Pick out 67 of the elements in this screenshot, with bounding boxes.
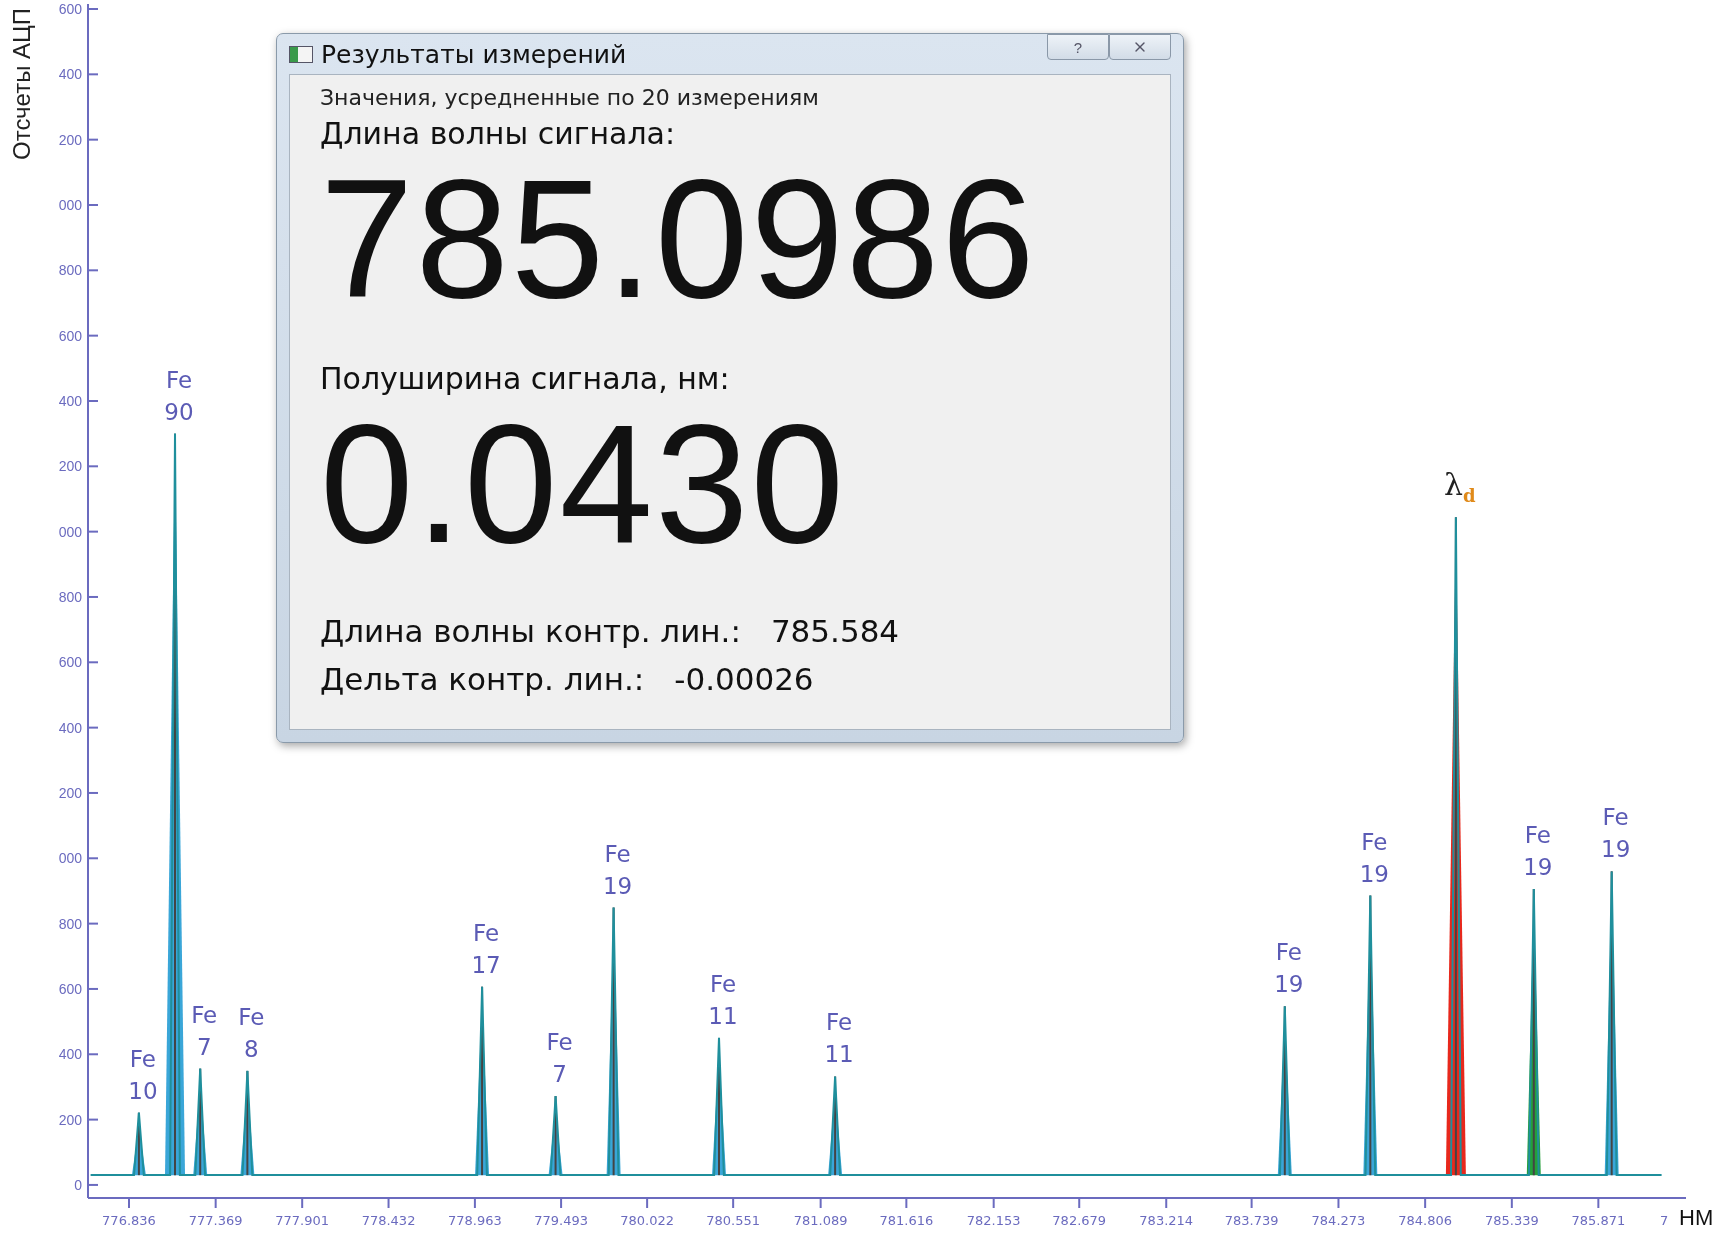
peak-label: Fe 19: [1274, 938, 1304, 1000]
y-tick-label: 800: [58, 262, 82, 279]
y-tick-label: 200: [58, 131, 82, 148]
x-tick-label: 782.153: [966, 1213, 1021, 1228]
window-title: Результаты измерений: [321, 39, 628, 69]
reference-value: -0.00026: [674, 660, 814, 697]
x-tick-label: 776.836: [102, 1213, 156, 1228]
y-tick-label: 400: [58, 719, 82, 736]
app-icon: [289, 45, 313, 63]
peak-label: Fe 19: [1601, 803, 1631, 865]
y-tick-label: 200: [58, 458, 82, 475]
peak-label: Fe 8: [238, 1002, 265, 1064]
y-tick-label: 800: [58, 915, 82, 932]
y-tick-label: 200: [58, 784, 82, 801]
close-button[interactable]: [1109, 34, 1171, 60]
halfwidth-label: Полуширина сигнала, нм:: [320, 361, 731, 397]
peak-label: Fe 19: [1523, 821, 1553, 882]
x-tick-label: 785.871: [1571, 1213, 1626, 1228]
x-tick-label: 777.369: [188, 1213, 243, 1228]
peak-label: Fe 19: [602, 839, 633, 901]
peak-label: Fe 90: [164, 365, 194, 427]
y-tick-label: 0: [74, 1176, 82, 1193]
x-tick-label: 784.806: [1398, 1213, 1452, 1228]
x-tick-label: 783.214: [1139, 1213, 1194, 1228]
y-tick-label: 000: [58, 197, 82, 213]
y-tick-label: 800: [58, 588, 82, 605]
x-tick-label: 780.022: [620, 1213, 674, 1228]
x-tick-label: 778.432: [361, 1213, 416, 1228]
reference-label: Длина волны контр. лин.:: [320, 612, 741, 649]
help-button[interactable]: ?: [1047, 34, 1109, 60]
x-tick-label: 778.963: [448, 1213, 502, 1228]
y-tick-label: 600: [58, 1, 82, 17]
y-tick-label: 200: [58, 1111, 82, 1128]
x-tick-label: 781.616: [879, 1213, 934, 1228]
wavelength-label: Длина волны сигнала:: [320, 116, 677, 151]
y-tick-label: 600: [58, 327, 82, 344]
x-tick-label: 783.739: [1224, 1213, 1279, 1228]
x-tick-label: 780.551: [706, 1213, 761, 1228]
halfwidth-value: 0.0430: [320, 396, 846, 573]
x-tick-label: 779.493: [534, 1213, 588, 1228]
x-tick-label: 7: [1660, 1213, 1669, 1228]
peak-label: Fe 7: [191, 1000, 218, 1062]
reference-label: Дельта контр. лин.:: [320, 660, 645, 697]
y-tick-label: 600: [58, 654, 82, 671]
y-tick-label: 000: [58, 850, 82, 867]
y-tick-label: 400: [58, 1046, 82, 1063]
x-tick-label: 785.339: [1484, 1213, 1539, 1228]
wavelength-value: 785.0986: [320, 151, 1037, 328]
y-tick-label: 400: [58, 393, 82, 409]
peak-label: Fe 19: [1359, 827, 1389, 889]
y-axis-title: Отсчеты АЦП: [8, 7, 35, 160]
x-tick-label: 777.901: [275, 1213, 330, 1228]
x-tick-label: 781.089: [793, 1213, 848, 1228]
x-tick-label: 784.273: [1311, 1213, 1366, 1228]
y-tick-label: 400: [58, 66, 82, 83]
peak-label: Fe 10: [128, 1044, 158, 1106]
peak-label: Fe 11: [824, 1008, 854, 1070]
peak-label: Fe 7: [546, 1028, 573, 1090]
x-axis-title: НМ: [1679, 1205, 1714, 1230]
reference-value: 785.584: [770, 612, 900, 649]
y-tick-label: 600: [58, 980, 82, 997]
y-tick-label: 000: [58, 523, 82, 540]
peak-label: Fe 17: [471, 918, 501, 980]
peak-label: Fe 11: [708, 969, 738, 1031]
subtitle: Значения, усредненные по 20 измерениям: [320, 85, 820, 110]
peak-label: λ$_{d}$: [1444, 469, 1476, 509]
x-tick-label: 782.679: [1052, 1213, 1107, 1228]
